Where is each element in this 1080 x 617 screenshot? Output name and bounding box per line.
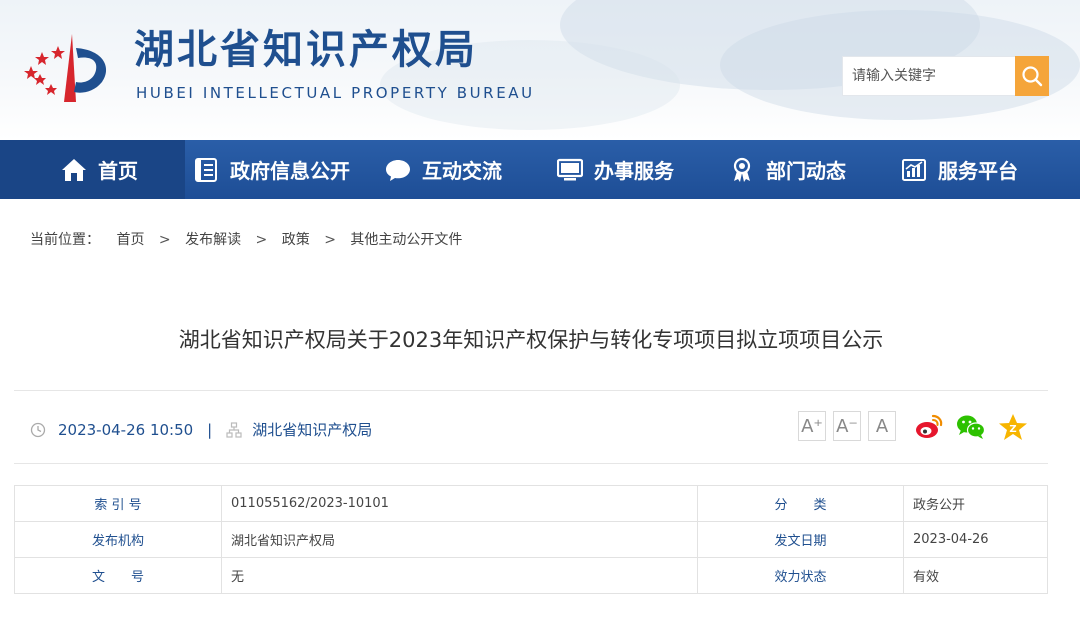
breadcrumb-separator: > xyxy=(158,232,171,248)
font-size-decrease-button[interactable]: A⁻ xyxy=(833,411,861,441)
nav-item-label: 部门动态 xyxy=(766,159,846,183)
site-header: 湖北省知识产权局 HUBEI INTELLECTUAL PROPERTY BUR… xyxy=(0,0,1080,140)
nav-item-label: 政府信息公开 xyxy=(230,159,350,183)
search-box xyxy=(842,56,1049,96)
wechat-icon[interactable] xyxy=(956,412,986,442)
table-value: 无 xyxy=(221,557,698,594)
nav-item-label: 服务平台 xyxy=(938,159,1018,183)
table-label: 发布机构 xyxy=(14,521,222,558)
breadcrumb-item-policy[interactable]: 政策 xyxy=(282,229,310,249)
nav-item-label: 办事服务 xyxy=(594,159,674,183)
breadcrumb-item-home[interactable]: 首页 xyxy=(116,229,144,249)
clock-icon xyxy=(30,422,46,437)
nav-item-label: 首页 xyxy=(98,159,138,183)
table-value: 2023-04-26 xyxy=(903,521,1048,558)
table-label: 文 号 xyxy=(14,557,222,594)
weibo-icon[interactable] xyxy=(914,412,944,442)
breadcrumb-separator: > xyxy=(255,232,268,248)
table-label: 索 引 号 xyxy=(14,485,222,522)
divider xyxy=(14,463,1048,464)
breadcrumb: 当前位置： 首页 > 发布解读 > 政策 > 其他主动公开文件 xyxy=(30,229,462,249)
nav-item-label: 互动交流 xyxy=(422,159,502,183)
organization-icon xyxy=(226,421,242,438)
table-label: 发文日期 xyxy=(697,521,904,558)
search-button[interactable] xyxy=(1015,56,1049,96)
table-value: 湖北省知识产权局 xyxy=(221,521,698,558)
meta-separator: | xyxy=(207,420,213,439)
site-title-cn: 湖北省知识产权局 xyxy=(134,27,478,73)
divider xyxy=(14,390,1048,391)
publish-datetime: 2023-04-26 10:50 xyxy=(58,420,194,439)
chart-icon xyxy=(900,156,928,184)
nav-item-interaction[interactable]: 互动交流 xyxy=(384,140,502,199)
award-icon xyxy=(728,156,756,184)
breadcrumb-item-release[interactable]: 发布解读 xyxy=(185,229,241,249)
nav-item-home[interactable]: 首页 xyxy=(60,140,138,199)
table-row: 索 引 号 011055162/2023-10101 分 类 政务公开 xyxy=(14,485,1048,522)
publish-source: 湖北省知识产权局 xyxy=(252,421,373,439)
qzone-icon[interactable]: Z xyxy=(998,412,1028,442)
search-icon xyxy=(1022,66,1043,87)
main-nav: 首页 政府信息公开 互动交流 办事服务 部门动态 服务平台 xyxy=(0,140,1080,199)
breadcrumb-item-current[interactable]: 其他主动公开文件 xyxy=(350,229,462,249)
article-title: 湖北省知识产权局关于2023年知识产权保护与转化专项项目拟立项项目公示 xyxy=(178,328,884,352)
nav-item-gov-info[interactable]: 政府信息公开 xyxy=(192,140,350,199)
table-label: 分 类 xyxy=(697,485,904,522)
emblem-logo-icon xyxy=(24,34,107,102)
table-value: 有效 xyxy=(903,557,1048,594)
svg-text:Z: Z xyxy=(1009,424,1016,435)
search-input[interactable] xyxy=(843,57,1015,95)
breadcrumb-prefix: 当前位置： xyxy=(30,232,100,248)
table-row: 发布机构 湖北省知识产权局 发文日期 2023-04-26 xyxy=(14,521,1048,558)
nav-item-platform[interactable]: 服务平台 xyxy=(900,140,1018,199)
monitor-icon xyxy=(556,156,584,184)
nav-item-dept-news[interactable]: 部门动态 xyxy=(728,140,846,199)
document-list-icon xyxy=(192,156,220,184)
nav-item-services[interactable]: 办事服务 xyxy=(556,140,674,199)
article-meta: 2023-04-26 10:50 | 湖北省知识产权局 xyxy=(30,419,372,440)
site-title-en: HUBEI INTELLECTUAL PROPERTY BUREAU xyxy=(136,84,535,102)
document-info-table: 索 引 号 011055162/2023-10101 分 类 政务公开 发布机构… xyxy=(14,485,1048,594)
font-size-default-button[interactable]: A xyxy=(868,411,896,441)
table-row: 文 号 无 效力状态 有效 xyxy=(14,557,1048,594)
font-size-increase-button[interactable]: A⁺ xyxy=(798,411,826,441)
table-value: 011055162/2023-10101 xyxy=(221,485,698,522)
table-value: 政务公开 xyxy=(903,485,1048,522)
home-icon xyxy=(60,156,88,184)
breadcrumb-separator: > xyxy=(324,232,336,248)
table-label: 效力状态 xyxy=(697,557,904,594)
chat-bubble-icon xyxy=(384,156,412,184)
